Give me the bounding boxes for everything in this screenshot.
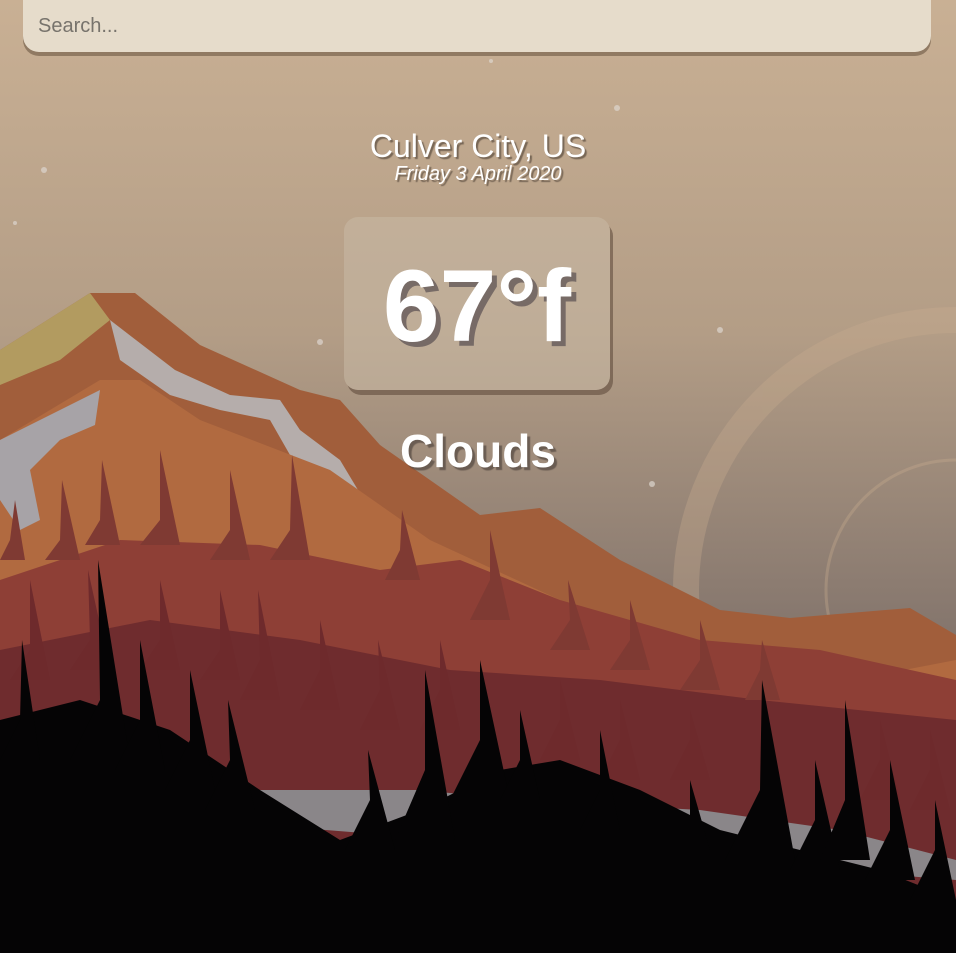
search-bar (23, 0, 931, 52)
search-input[interactable] (23, 0, 931, 52)
temperature-value: 67°f (382, 249, 572, 363)
date-label: Friday 3 April 2020 (394, 163, 562, 185)
location-title: Culver City, US (369, 128, 587, 164)
weather-condition: Clouds (400, 425, 556, 477)
temperature-card: 67°f (344, 217, 610, 390)
